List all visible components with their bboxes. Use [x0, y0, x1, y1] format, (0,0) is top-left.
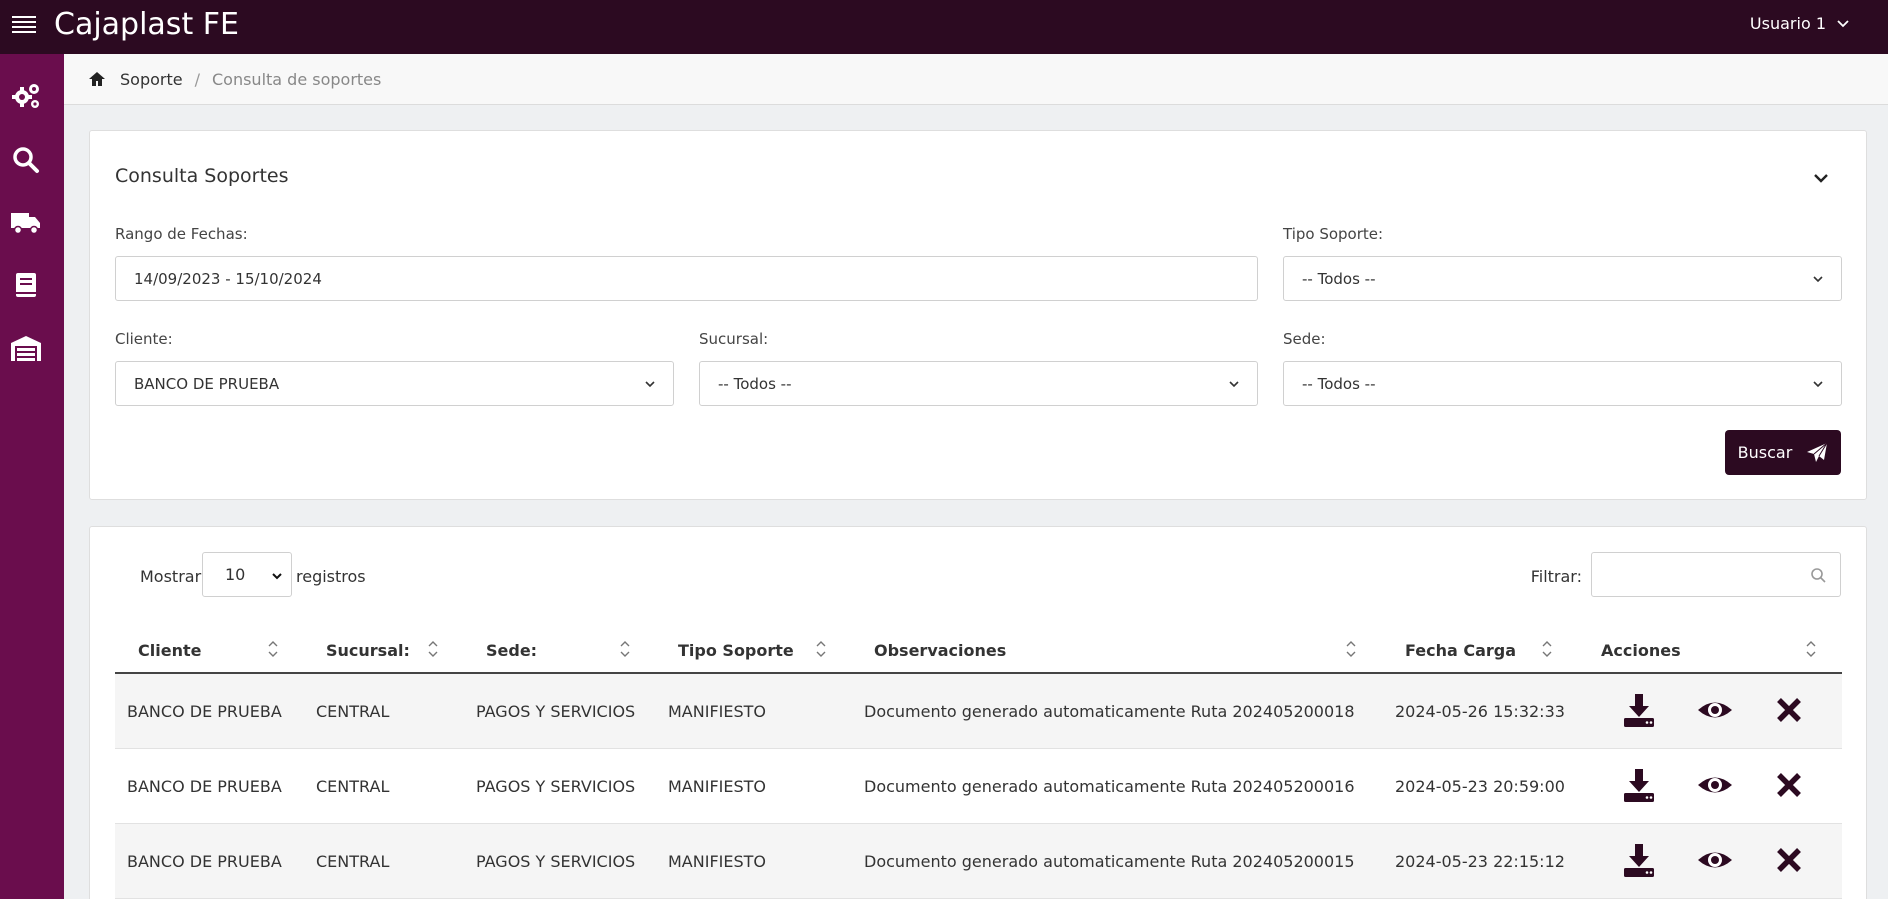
cell-fecha-carga: 2024-05-23 22:15:12 [1395, 852, 1565, 871]
cell-sucursal: CENTRAL [316, 852, 390, 871]
sede-select[interactable]: -- Todos -- [1283, 361, 1842, 406]
sede-value: -- Todos -- [1302, 374, 1376, 393]
filter-card-title: Consulta Soportes [115, 165, 289, 187]
support-table: Cliente Sucursal: Sede: Tipo Soporte Obs… [115, 625, 1842, 899]
chevron-down-icon [1813, 276, 1823, 283]
truck-icon[interactable] [10, 206, 42, 238]
column-header-acciones[interactable]: Acciones [1601, 641, 1681, 660]
filter-input[interactable] [1591, 552, 1841, 597]
cell-cliente: BANCO DE PRUEBA [127, 852, 282, 871]
column-header-sucursal[interactable]: Sucursal: [326, 641, 410, 660]
user-menu[interactable]: Usuario 1 [1750, 14, 1850, 33]
date-range-value: 14/09/2023 - 15/10/2024 [134, 269, 322, 288]
tipo-soporte-label: Tipo Soporte: [1283, 225, 1384, 243]
column-header-sede[interactable]: Sede: [486, 641, 537, 660]
sort-icon[interactable] [1541, 639, 1553, 659]
cell-cliente: BANCO DE PRUEBA [127, 777, 282, 796]
delete-x-icon[interactable] [1771, 842, 1807, 878]
warehouse-icon[interactable] [10, 332, 42, 364]
column-header-cliente[interactable]: Cliente [138, 641, 201, 660]
page-size-select[interactable]: 10 [202, 552, 292, 597]
cell-sede: PAGOS Y SERVICIOS [476, 702, 636, 721]
chevron-down-icon[interactable] [1812, 169, 1830, 187]
tipo-soporte-select[interactable]: -- Todos -- [1283, 256, 1842, 301]
user-name: Usuario 1 [1749, 14, 1826, 33]
home-icon[interactable] [88, 70, 106, 88]
cliente-value: BANCO DE PRUEBA [134, 374, 280, 393]
cell-observaciones: Documento generado automaticamente Ruta … [864, 777, 1355, 796]
cell-tipo-soporte: MANIFIESTO [668, 777, 766, 796]
table-row: BANCO DE PRUEBA CENTRAL PAGOS Y SERVICIO… [115, 749, 1842, 824]
records-label: registros [296, 567, 366, 586]
cliente-select[interactable]: BANCO DE PRUEBA [115, 361, 674, 406]
view-eye-icon[interactable] [1697, 767, 1733, 803]
cell-tipo-soporte: MANIFIESTO [668, 852, 766, 871]
cell-tipo-soporte: MANIFIESTO [668, 702, 766, 721]
breadcrumb-separator: / [194, 69, 200, 89]
sort-icon[interactable] [815, 639, 827, 659]
cliente-label: Cliente: [115, 330, 173, 348]
gears-icon[interactable] [10, 80, 42, 112]
tipo-soporte-value: -- Todos -- [1302, 269, 1376, 288]
sede-label: Sede: [1283, 330, 1326, 348]
view-eye-icon[interactable] [1697, 692, 1733, 728]
cell-sucursal: CENTRAL [316, 702, 390, 721]
search-icon[interactable] [10, 144, 42, 176]
delete-x-icon[interactable] [1771, 692, 1807, 728]
table-row: BANCO DE PRUEBA CENTRAL PAGOS Y SERVICIO… [115, 824, 1842, 899]
sucursal-select[interactable]: -- Todos -- [699, 361, 1258, 406]
filter-card: Consulta Soportes Rango de Fechas: 14/09… [89, 130, 1867, 500]
column-header-observaciones[interactable]: Observaciones [874, 641, 1006, 660]
date-range-input[interactable]: 14/09/2023 - 15/10/2024 [115, 256, 1258, 301]
breadcrumb-current: Consulta de soportes [211, 69, 382, 89]
column-header-fecha-carga[interactable]: Fecha Carga [1405, 641, 1516, 660]
sort-icon[interactable] [427, 639, 439, 659]
sort-icon[interactable] [1345, 639, 1357, 659]
chevron-down-icon [645, 381, 655, 388]
cell-observaciones: Documento generado automaticamente Ruta … [864, 702, 1355, 721]
breadcrumb-link-soporte[interactable]: Soporte [120, 70, 183, 89]
book-icon[interactable] [10, 269, 42, 301]
cell-sede: PAGOS Y SERVICIOS [476, 777, 636, 796]
download-icon[interactable] [1621, 767, 1657, 803]
download-icon[interactable] [1621, 692, 1657, 728]
date-range-label: Rango de Fechas: [115, 225, 248, 243]
cell-cliente: BANCO DE PRUEBA [127, 702, 282, 721]
cell-observaciones: Documento generado automaticamente Ruta … [864, 852, 1355, 871]
page-size-value: 10 [225, 565, 246, 584]
filter-label: Filtrar: [1530, 567, 1582, 586]
delete-x-icon[interactable] [1771, 767, 1807, 803]
sort-icon[interactable] [1805, 639, 1817, 659]
results-card: Mostrar 10 registros Filtrar: Cliente Su… [89, 526, 1867, 899]
cell-sucursal: CENTRAL [316, 777, 390, 796]
column-header-tipo-soporte[interactable]: Tipo Soporte [678, 641, 794, 660]
cell-fecha-carga: 2024-05-23 20:59:00 [1395, 777, 1565, 796]
sort-icon[interactable] [619, 639, 631, 659]
download-icon[interactable] [1621, 842, 1657, 878]
sidebar [0, 54, 64, 899]
sucursal-value: -- Todos -- [718, 374, 792, 393]
table-row: BANCO DE PRUEBA CENTRAL PAGOS Y SERVICIO… [115, 674, 1842, 749]
breadcrumb: Soporte / Consulta de soportes [64, 54, 1888, 105]
cell-sede: PAGOS Y SERVICIOS [476, 852, 636, 871]
table-header: Cliente Sucursal: Sede: Tipo Soporte Obs… [115, 625, 1842, 674]
search-icon [1811, 568, 1826, 583]
sort-icon[interactable] [267, 639, 279, 659]
view-eye-icon[interactable] [1697, 842, 1733, 878]
top-navbar: Cajaplast FE Usuario 1 [0, 0, 1888, 54]
paper-plane-icon [1807, 442, 1828, 462]
sucursal-label: Sucursal: [699, 330, 769, 348]
chevron-down-icon [1813, 381, 1823, 388]
cell-fecha-carga: 2024-05-26 15:32:33 [1395, 702, 1565, 721]
chevron-down-icon [1229, 381, 1239, 388]
buscar-button[interactable]: Buscar [1725, 430, 1841, 475]
app-title: Cajaplast FE [54, 7, 239, 42]
chevron-down-icon [272, 573, 282, 580]
buscar-button-label: Buscar [1737, 443, 1793, 462]
menu-toggle-icon[interactable] [12, 13, 36, 37]
chevron-down-icon [1837, 19, 1849, 27]
show-entries-label: Mostrar [140, 567, 202, 586]
